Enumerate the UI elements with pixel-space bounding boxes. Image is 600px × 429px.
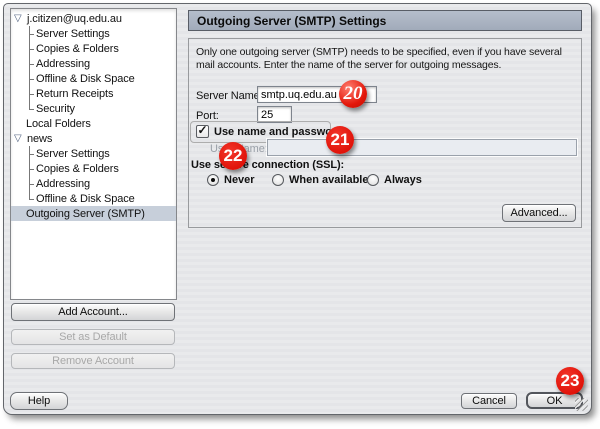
smtp-description: Only one outgoing server (SMTP) needs to… bbox=[196, 46, 578, 72]
radio-never-label: Never bbox=[224, 174, 255, 186]
sidebar-item-local-folders[interactable]: Local Folders bbox=[11, 116, 176, 131]
sidebar-item-offline-disk-space[interactable]: Offline & Disk Space bbox=[11, 71, 176, 86]
screenshot-stage: ▽ j.citizen@uq.edu.au Server Settings Co… bbox=[0, 0, 600, 429]
ssl-radio-group: Never When available Always bbox=[189, 174, 581, 190]
twisty-down-icon[interactable]: ▽ bbox=[14, 134, 27, 144]
add-account-button[interactable]: Add Account... bbox=[11, 303, 175, 321]
user-name-input bbox=[267, 139, 577, 156]
radio-always[interactable] bbox=[367, 174, 379, 186]
sidebar-item-news-server-settings[interactable]: Server Settings bbox=[11, 146, 176, 161]
sidebar-item-account-root[interactable]: ▽ j.citizen@uq.edu.au bbox=[11, 11, 176, 26]
sidebar-item-label: Offline & Disk Space bbox=[36, 193, 135, 205]
server-name-label: Server Name: bbox=[196, 90, 263, 102]
sidebar-item-label: Copies & Folders bbox=[36, 163, 119, 175]
radio-never[interactable] bbox=[207, 174, 219, 186]
sidebar-item-addressing[interactable]: Addressing bbox=[11, 56, 176, 71]
advanced-button[interactable]: Advanced... bbox=[502, 204, 576, 222]
sidebar-item-label: Outgoing Server (SMTP) bbox=[26, 208, 145, 220]
sidebar-item-server-settings[interactable]: Server Settings bbox=[11, 26, 176, 41]
sidebar-item-label: Addressing bbox=[36, 58, 90, 70]
set-as-default-button: Set as Default bbox=[11, 329, 175, 345]
resize-grip[interactable] bbox=[575, 398, 588, 411]
annotation-badge-21: 21 bbox=[326, 126, 354, 154]
panel-title: Outgoing Server (SMTP) Settings bbox=[188, 10, 582, 31]
sidebar-item-label: j.citizen@uq.edu.au bbox=[27, 13, 122, 25]
sidebar-item-label: Addressing bbox=[36, 178, 90, 190]
account-tree: ▽ j.citizen@uq.edu.au Server Settings Co… bbox=[10, 8, 177, 300]
sidebar-item-label: Offline & Disk Space bbox=[36, 73, 135, 85]
sidebar-item-news-offline-disk-space[interactable]: Offline & Disk Space bbox=[11, 191, 176, 206]
sidebar-item-label: Server Settings bbox=[36, 148, 110, 160]
sidebar-item-label: Server Settings bbox=[36, 28, 110, 40]
annotation-badge-22: 22 bbox=[219, 142, 247, 170]
smtp-settings-group: Only one outgoing server (SMTP) needs to… bbox=[188, 38, 582, 228]
account-settings-dialog: ▽ j.citizen@uq.edu.au Server Settings Co… bbox=[3, 3, 592, 415]
radio-when-available[interactable] bbox=[272, 174, 284, 186]
sidebar-item-label: Return Receipts bbox=[36, 88, 113, 100]
sidebar-item-label: Security bbox=[36, 103, 75, 115]
use-name-password-checkbox[interactable]: ✓ bbox=[196, 125, 209, 138]
annotation-badge-23: 23 bbox=[556, 367, 584, 395]
help-button[interactable]: Help bbox=[10, 392, 68, 410]
sidebar-item-label: Copies & Folders bbox=[36, 43, 119, 55]
sidebar-item-news-root[interactable]: ▽ news bbox=[11, 131, 176, 146]
cancel-button[interactable]: Cancel bbox=[461, 393, 517, 409]
sidebar-item-copies-folders[interactable]: Copies & Folders bbox=[11, 41, 176, 56]
sidebar-item-outgoing-server[interactable]: Outgoing Server (SMTP) bbox=[11, 206, 176, 221]
radio-always-label: Always bbox=[384, 174, 422, 186]
sidebar-item-security[interactable]: Security bbox=[11, 101, 176, 116]
sidebar-item-label: Local Folders bbox=[26, 118, 91, 130]
twisty-down-icon[interactable]: ▽ bbox=[14, 14, 27, 24]
sidebar-item-label: news bbox=[27, 133, 52, 145]
ssl-label: Use secure connection (SSL): bbox=[191, 159, 344, 171]
sidebar-item-news-addressing[interactable]: Addressing bbox=[11, 176, 176, 191]
checkmark-icon: ✓ bbox=[197, 125, 207, 136]
sidebar-item-news-copies-folders[interactable]: Copies & Folders bbox=[11, 161, 176, 176]
sidebar-item-return-receipts[interactable]: Return Receipts bbox=[11, 86, 176, 101]
use-name-password-label: Use name and password bbox=[214, 126, 343, 138]
remove-account-button: Remove Account bbox=[11, 353, 175, 369]
radio-when-available-label: When available bbox=[289, 174, 368, 186]
annotation-badge-20: 20 bbox=[339, 80, 367, 108]
